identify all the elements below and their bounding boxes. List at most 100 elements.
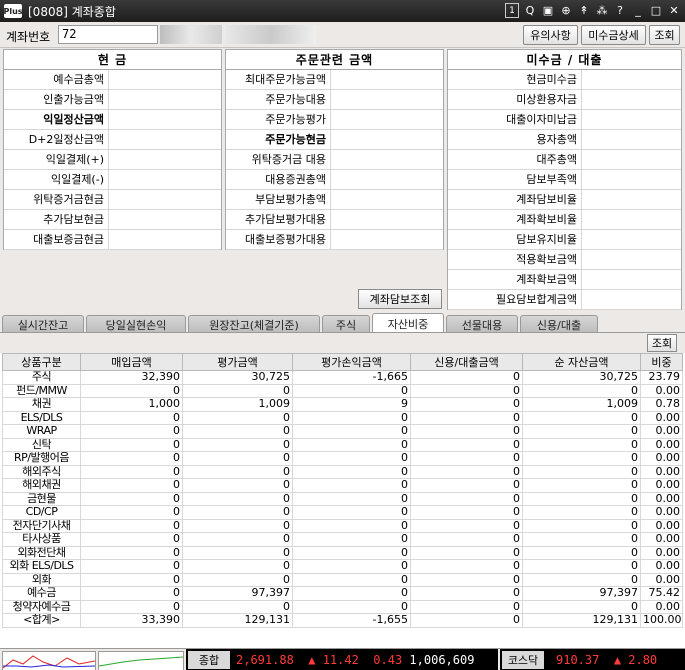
maximize-icon[interactable]: □ [649, 3, 663, 18]
tab-credit-loan[interactable]: 신용/대출 [520, 315, 598, 333]
table-row[interactable]: RP/발행어음 0 0 0 0 0 0.00 [2, 451, 683, 466]
window-title: [0808] 계좌종합 [28, 4, 116, 19]
table-row[interactable]: 예수금 0 97,397 0 0 97,397 75.42 [2, 586, 683, 601]
table-cell: 0 [410, 572, 523, 587]
table-row[interactable]: 금현물 0 0 0 0 0 0.00 [2, 491, 683, 506]
loan-panel-value [582, 250, 681, 269]
table-cell: 0 [80, 599, 183, 614]
table-cell: 0 [80, 451, 183, 466]
pin-icon[interactable]: ↟ [577, 3, 591, 18]
tab-futures-substitute[interactable]: 선물대용 [446, 315, 518, 333]
tab-stocks[interactable]: 주식 [322, 315, 370, 333]
settings-icon[interactable]: ⁂ [595, 3, 609, 18]
table-cell: 0 [410, 383, 523, 398]
table-cell: 금현물 [2, 491, 81, 506]
loan-panel-row: 대주총액 [448, 150, 681, 170]
table-cell: 0.00 [640, 451, 683, 466]
table-cell: 1,000 [80, 397, 183, 412]
table-cell: 0 [410, 437, 523, 452]
table-cell: 0.00 [640, 410, 683, 425]
loan-panel-label: 담보유지비율 [448, 230, 582, 249]
table-cell: 0 [410, 532, 523, 547]
account-number-input[interactable]: 72 [58, 25, 158, 44]
table-row[interactable]: 외화전단채 0 0 0 0 0 0.00 [2, 545, 683, 560]
loan-panel-row: 계좌확보비율 [448, 210, 681, 230]
query-button[interactable]: 조회 [649, 25, 680, 45]
table-row[interactable]: 외화 ELS/DLS 0 0 0 0 0 0.00 [2, 559, 683, 574]
notice-button[interactable]: 유의사항 [523, 25, 578, 45]
table-cell: 0 [292, 545, 411, 560]
loan-panel-label: 계좌확보금액 [448, 270, 582, 289]
cash-panel-value [109, 90, 221, 109]
table-cell: 0.00 [640, 491, 683, 506]
account-label: 계좌번호 [6, 30, 51, 44]
close-icon[interactable]: ✕ [667, 3, 681, 18]
table-cell: 신탁 [2, 437, 81, 452]
order-panel-value [331, 110, 443, 129]
window-icon[interactable]: ▣ [541, 3, 555, 18]
tab-asset-weight[interactable]: 자산비중 [372, 313, 444, 333]
table-row[interactable]: 청약자예수금 0 0 0 0 0 0.00 [2, 599, 683, 614]
tab-ledger-balance[interactable]: 원장잔고(체결기준) [188, 315, 320, 333]
tab-daily-realized-pnl[interactable]: 당일실현손익 [86, 315, 186, 333]
table-cell: 0.00 [640, 545, 683, 560]
unpaid-detail-button[interactable]: 미수금상세 [581, 25, 646, 45]
loan-panel-value [582, 150, 681, 169]
table-total-row[interactable]: <합계> 33,390 129,131 -1,655 0 129,131 100.00 [2, 613, 683, 628]
cash-panel-row: 위탁증거금현금 [4, 190, 221, 210]
table-cell: 0 [182, 545, 293, 560]
zoom-icon[interactable]: ⊕ [559, 3, 573, 18]
table-cell: 0.00 [640, 383, 683, 398]
table-row[interactable]: 펀드/MMW 0 0 0 0 0 0.00 [2, 383, 683, 398]
table-row[interactable]: 해외채권 0 0 0 0 0 0.00 [2, 478, 683, 493]
cash-panel-value [109, 230, 221, 249]
loan-panel-title: 미수금 / 대출 [448, 50, 681, 70]
order-panel-row: 주문가능평가 [226, 110, 443, 130]
table-row[interactable]: CD/CP 0 0 0 0 0 0.00 [2, 505, 683, 520]
kospi-mini-chart[interactable] [2, 651, 96, 670]
cash-panel-row: 대출보증금현금 [4, 230, 221, 250]
cash-panel-row: 익일결제(+) [4, 150, 221, 170]
loan-panel-label: 현금미수금 [448, 70, 582, 89]
minimize-icon[interactable]: _ [631, 3, 645, 18]
loan-panel-row: 현금미수금 [448, 70, 681, 90]
table-cell: 0.00 [640, 424, 683, 439]
screen-number-icon[interactable]: 1 [505, 3, 519, 18]
tab-bar: 실시간잔고 당일실현손익 원장잔고(체결기준) 주식 자산비중 선물대용 신용/… [0, 313, 685, 333]
table-row[interactable]: WRAP 0 0 0 0 0 0.00 [2, 424, 683, 439]
order-panel-value [331, 150, 443, 169]
table-row[interactable]: 해외주식 0 0 0 0 0 0.00 [2, 464, 683, 479]
table-cell: 0 [80, 559, 183, 574]
table-cell: 0 [410, 464, 523, 479]
table-row[interactable]: ELS/DLS 0 0 0 0 0 0.00 [2, 410, 683, 425]
cash-panel-label: 익일정산금액 [4, 110, 109, 129]
table-cell: 외화 [2, 572, 81, 587]
sub-toolbar: 조회 [0, 333, 685, 353]
table-row[interactable]: 타사상품 0 0 0 0 0 0.00 [2, 532, 683, 547]
loan-panel-row: 필요담보합계금액 [448, 290, 681, 310]
loan-panel-row: 계좌담보비율 [448, 190, 681, 210]
order-panel-row: 주문가능현금 [226, 130, 443, 150]
table-row[interactable]: 채권 1,000 1,009 9 0 1,009 0.78 [2, 397, 683, 412]
help-icon[interactable]: ? [613, 3, 627, 18]
table-cell: 0 [410, 586, 523, 601]
loan-panel-row: 용자총액 [448, 130, 681, 150]
tab-realtime-balance[interactable]: 실시간잔고 [2, 315, 84, 333]
table-row[interactable]: 신탁 0 0 0 0 0 0.00 [2, 437, 683, 452]
table-row[interactable]: 주식 32,390 30,725 -1,665 0 30,725 23.79 [2, 370, 683, 385]
order-panel-row: 주문가능대용 [226, 90, 443, 110]
loan-panel-row: 적용확보금액 [448, 250, 681, 270]
table-cell: 0 [410, 397, 523, 412]
table-row[interactable]: 전자단기사채 0 0 0 0 0 0.00 [2, 518, 683, 533]
kosdaq-change: ▲ 2.80 [613, 653, 658, 667]
kosdaq-ticker[interactable]: 코스닥 910.37 ▲ 2.80 [500, 649, 685, 670]
search-icon[interactable]: Q [523, 3, 537, 18]
kosdaq-value: 910.37 [556, 653, 600, 667]
kospi-ticker[interactable]: 종합 2,691.88 ▲ 11.42 0.43 1,006,609 [186, 649, 498, 670]
collateral-query-button[interactable]: 계좌담보조회 [358, 289, 442, 309]
loan-panel-value [582, 110, 681, 129]
cash-panel-row: 인출가능금액 [4, 90, 221, 110]
kosdaq-mini-chart[interactable] [98, 651, 184, 670]
table-row[interactable]: 외화 0 0 0 0 0 0.00 [2, 572, 683, 587]
table-query-button[interactable]: 조회 [647, 334, 677, 352]
